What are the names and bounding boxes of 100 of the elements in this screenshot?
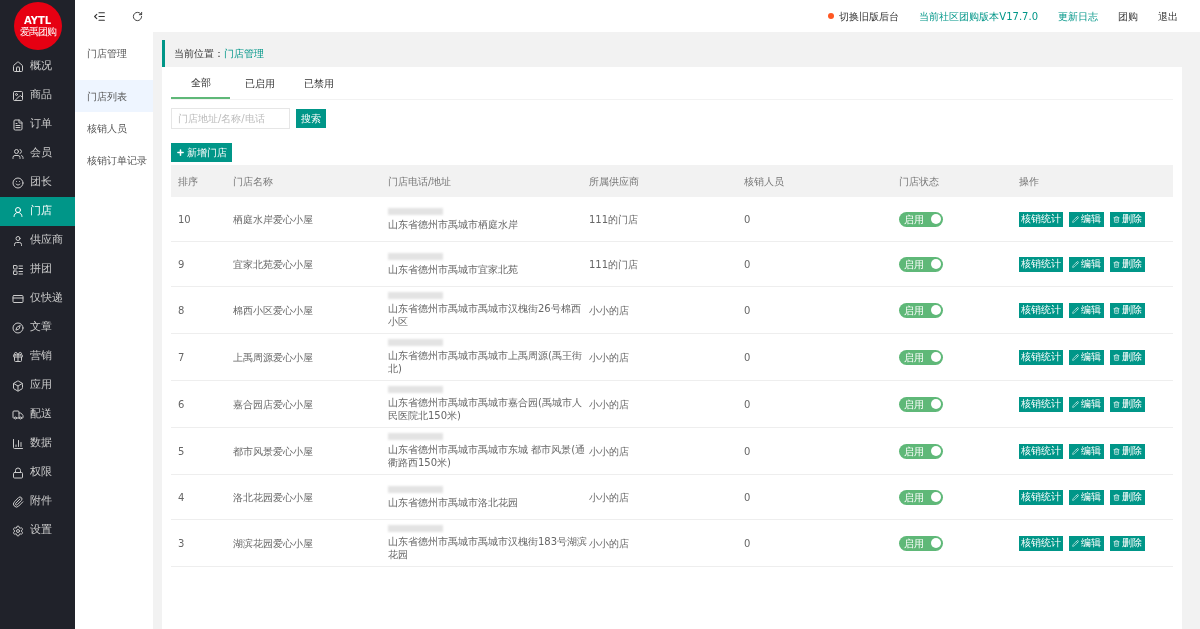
delete-button[interactable]: 删除 (1110, 396, 1145, 412)
sidebar-item[interactable]: 附件 (0, 487, 75, 516)
nav-icon (12, 524, 24, 537)
delete-button[interactable]: 删除 (1110, 489, 1145, 505)
sidebar-item[interactable]: 门店 (0, 197, 75, 226)
breadcrumb-link[interactable]: 门店管理 (224, 46, 264, 61)
redacted-phone (388, 339, 443, 346)
tab[interactable]: 已禁用 (289, 67, 348, 99)
edit-button[interactable]: 编辑 (1069, 349, 1104, 365)
tab[interactable]: 全部 (171, 67, 230, 99)
header-link[interactable]: 切换旧版后台 (828, 8, 900, 24)
sidebar-item[interactable]: 仅快递 (0, 284, 75, 313)
table-cell-text: 0 (744, 212, 752, 227)
pencil-icon (1072, 447, 1079, 455)
edit-button[interactable]: 编辑 (1069, 302, 1104, 318)
status-toggle[interactable]: 启用 (899, 256, 943, 272)
header-link[interactable]: 当前社区团购版本V17.7.0 (919, 8, 1038, 24)
edit-button[interactable]: 编辑 (1069, 256, 1104, 272)
refresh-icon[interactable] (132, 10, 143, 22)
stats-button[interactable]: 核销统计 (1019, 443, 1063, 459)
add-store-button[interactable]: 新增门店 (171, 143, 232, 162)
redacted-phone (388, 485, 443, 493)
logo-subtext: 爱禹团购 (19, 26, 56, 37)
header-link[interactable]: 更新日志 (1058, 8, 1098, 24)
toggle-knob (931, 492, 941, 502)
stats-button[interactable]: 核销统计 (1019, 256, 1063, 272)
menu-icon[interactable] (93, 9, 106, 23)
trash-icon (1113, 353, 1120, 361)
stats-button[interactable]: 核销统计 (1019, 211, 1063, 227)
status-toggle[interactable]: 启用 (899, 302, 943, 318)
sidebar-item[interactable]: 设置 (0, 516, 75, 545)
subnav-item[interactable]: 门店列表 (75, 80, 153, 112)
table-cell-text: 4 (177, 490, 186, 505)
edit-button[interactable]: 编辑 (1069, 211, 1104, 227)
status-toggle[interactable]: 启用 (899, 443, 943, 459)
status-toggle[interactable]: 启用 (899, 211, 943, 227)
status-toggle[interactable]: 启用 (899, 535, 943, 551)
table-cell-text: 山东省德州市禹城市宜家北苑 (388, 262, 519, 276)
redacted-phone (388, 433, 443, 440)
table-cell-text: 上禹周源爱心小屋 (233, 350, 314, 365)
sidebar-item[interactable]: 营销 (0, 342, 75, 371)
delete-button[interactable]: 删除 (1110, 302, 1145, 318)
status-toggle[interactable]: 启用 (899, 349, 943, 365)
delete-button[interactable]: 删除 (1110, 349, 1145, 365)
table-cell-text: 0 (744, 536, 752, 551)
sidebar-item[interactable]: 拼团 (0, 255, 75, 284)
header-link[interactable]: 团购 (1118, 8, 1138, 24)
search-button[interactable]: 搜索 (296, 109, 326, 128)
delete-button[interactable]: 删除 (1110, 443, 1145, 459)
header-link[interactable]: 退出 (1158, 8, 1178, 24)
sidebar-item[interactable]: 文章 (0, 313, 75, 342)
column-header: 排序 (177, 174, 199, 189)
edit-button[interactable]: 编辑 (1069, 443, 1104, 459)
edit-button[interactable]: 编辑 (1069, 535, 1104, 551)
sidebar-item[interactable]: 商品 (0, 81, 75, 110)
column-header: 门店状态 (899, 174, 940, 189)
sidebar-item[interactable]: 订单 (0, 110, 75, 139)
nav-icon (12, 234, 24, 247)
sidebar-item[interactable]: 配送 (0, 400, 75, 429)
table-cell-text: 8 (177, 303, 186, 318)
nav-icon (12, 118, 24, 131)
delete-button[interactable]: 删除 (1110, 256, 1145, 272)
nav-icon (12, 205, 24, 218)
stats-button[interactable]: 核销统计 (1019, 349, 1063, 365)
subnav-item[interactable]: 核销订单记录 (75, 144, 153, 176)
plus-icon (176, 148, 185, 157)
delete-button[interactable]: 删除 (1110, 211, 1145, 227)
sidebar-item[interactable]: 概况 (0, 52, 75, 81)
edit-button[interactable]: 编辑 (1069, 396, 1104, 412)
nav-icon (12, 60, 24, 73)
stats-button[interactable]: 核销统计 (1019, 535, 1063, 551)
table-cell-text: 0 (744, 257, 752, 272)
nav-icon (12, 466, 24, 479)
sidebar-item[interactable]: 会员 (0, 139, 75, 168)
table-cell-text: 0 (744, 350, 752, 365)
table-cell-text: 棉西小区爱心小屋 (233, 303, 314, 318)
sidebar-item[interactable]: 供应商 (0, 226, 75, 255)
sidebar-item[interactable]: 数据 (0, 429, 75, 458)
table-cell: 山东省德州市禹城市禹城市汉槐街183号湖滨花园 (388, 535, 588, 561)
column-header: 门店电话/地址 (388, 174, 453, 189)
toggle-knob (931, 399, 941, 409)
status-toggle[interactable]: 启用 (899, 396, 943, 412)
sidebar-item[interactable]: 团长 (0, 168, 75, 197)
tab[interactable]: 已启用 (230, 67, 289, 99)
toggle-knob (931, 305, 941, 315)
status-toggle[interactable]: 启用 (899, 489, 943, 505)
subnav-item[interactable]: 核销人员 (75, 112, 153, 144)
edit-button[interactable]: 编辑 (1069, 489, 1104, 505)
table-cell-text: 洛北花园爱心小屋 (233, 490, 314, 505)
redacted-phone (388, 252, 443, 260)
subnav-title: 门店管理 (86, 47, 128, 61)
trash-icon (1113, 447, 1120, 455)
redacted-phone (388, 292, 443, 299)
sidebar-item[interactable]: 权限 (0, 458, 75, 487)
stats-button[interactable]: 核销统计 (1019, 396, 1063, 412)
stats-button[interactable]: 核销统计 (1019, 489, 1063, 505)
sidebar-item[interactable]: 应用 (0, 371, 75, 400)
delete-button[interactable]: 删除 (1110, 535, 1145, 551)
logo-text: AYTL (23, 15, 52, 26)
stats-button[interactable]: 核销统计 (1019, 302, 1063, 318)
